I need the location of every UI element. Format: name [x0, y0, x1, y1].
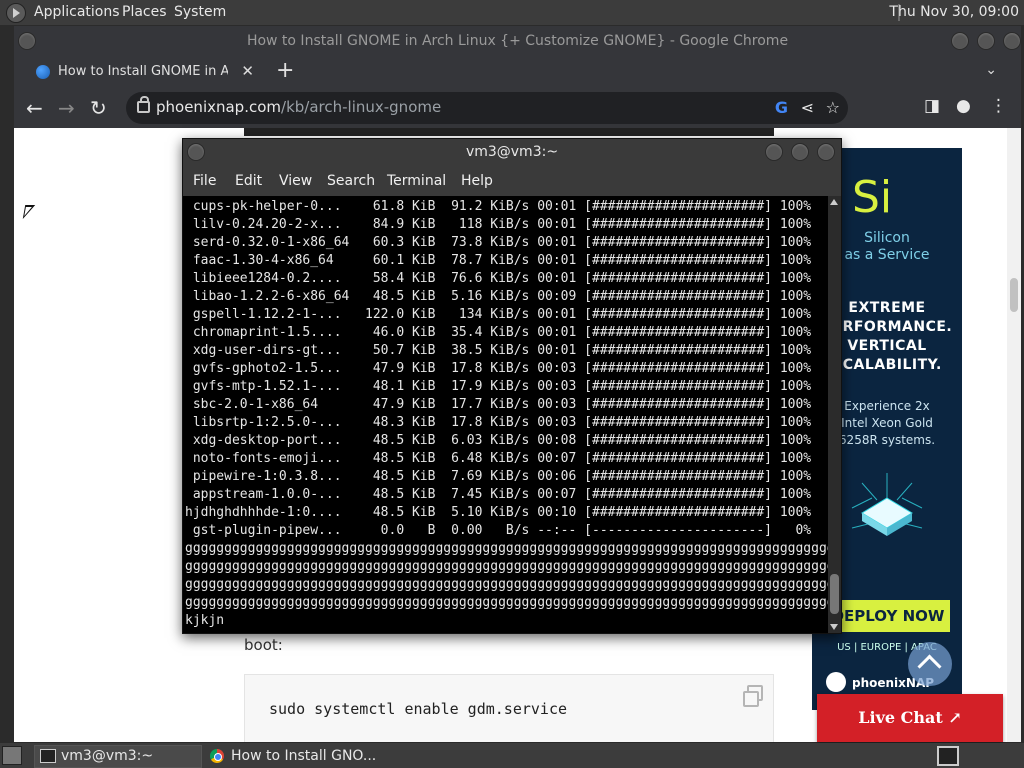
terminal-title: vm3@vm3:~ [465, 144, 559, 160]
window-menu-button[interactable] [18, 32, 36, 50]
terminal-line: hjdhghdhhhde-1:0.... 48.5 KiB 5.10 KiB/s… [185, 505, 812, 520]
terminal-minimize-button[interactable] [765, 143, 783, 161]
terminal-icon [40, 749, 56, 763]
menu-view[interactable]: View [279, 173, 312, 189]
close-button[interactable] [1003, 32, 1021, 50]
minimize-button[interactable] [951, 32, 969, 50]
terminal-maximize-button[interactable] [791, 143, 809, 161]
top-panel: Applications Places System Thu Nov 30, 0… [0, 0, 1024, 25]
url-text[interactable]: phoenixnap.com/kb/arch-linux-gnome [156, 98, 441, 116]
live-chat-button[interactable]: Live Chat ↗ [817, 694, 1003, 742]
workspace-switcher[interactable] [937, 746, 959, 766]
terminal-scrollbar-thumb[interactable] [830, 574, 839, 614]
mouse-pointer-icon [22, 205, 36, 219]
terminal-line: chromaprint-1.5.... 46.0 KiB 35.4 KiB/s … [185, 325, 812, 340]
lock-icon[interactable] [137, 96, 150, 113]
clock[interactable]: Thu Nov 30, 09:00 [889, 4, 1019, 20]
terminal-line: libieee1284-0.2.... 58.4 KiB 76.6 KiB/s … [185, 271, 812, 286]
taskbar-terminal[interactable]: vm3@vm3:~ [34, 745, 202, 768]
terminal-line: cups-pk-helper-0... 61.8 KiB 91.2 KiB/s … [185, 199, 812, 214]
phoenixnap-logo-icon [826, 672, 846, 692]
terminal-line: lilv-0.24.20-2-x... 84.9 KiB 118 KiB/s 0… [185, 217, 812, 232]
scroll-to-top-icon[interactable] [908, 642, 952, 686]
terminal-line: appstream-1.0.0-... 48.5 KiB 7.45 KiB/s … [185, 487, 812, 502]
terminal-titlebar[interactable]: vm3@vm3:~ [183, 139, 841, 166]
maximize-button[interactable] [977, 32, 995, 50]
gnome-logo-icon[interactable] [6, 3, 26, 23]
page-scrollbar-thumb[interactable] [1010, 278, 1018, 312]
copy-icon[interactable] [743, 685, 763, 707]
places-menu[interactable]: Places [122, 4, 167, 20]
chrome-titlebar[interactable]: How to Install GNOME in Arch Linux {+ Cu… [14, 26, 1021, 56]
terminal-line: sbc-2.0-1-x86_64 47.9 KiB 17.7 KiB/s 00:… [185, 397, 812, 412]
terminal-line: gvfs-mtp-1.52.1-... 48.1 KiB 17.9 KiB/s … [185, 379, 812, 394]
tab-close-icon[interactable]: ✕ [241, 62, 254, 80]
code-command[interactable]: sudo systemctl enable gdm.service [269, 700, 567, 718]
new-tab-button[interactable]: + [276, 58, 294, 83]
terminal-line: gggggggggggggggggggggggggggggggggggggggg… [185, 577, 828, 592]
side-panel-icon[interactable]: ◨ [924, 96, 940, 116]
system-menu[interactable]: System [174, 4, 226, 20]
ad-logo: Si [852, 172, 893, 223]
tab-title: How to Install GNOME in Arch [58, 64, 228, 79]
menu-help[interactable]: Help [461, 173, 493, 189]
tab-strip: How to Install GNOME in Arch ✕ + ⌄ [14, 56, 1021, 88]
code-block-partial [244, 128, 774, 136]
terminal-line: gvfs-gphoto2-1.5... 47.9 KiB 17.8 KiB/s … [185, 361, 812, 376]
deploy-now-button[interactable]: DEPLOY NOW [826, 600, 950, 632]
article-text: boot: [244, 636, 283, 654]
bottom-taskbar: vm3@vm3:~ How to Install GNO... [0, 743, 1024, 768]
back-arrow-icon[interactable]: ← [26, 96, 43, 120]
show-desktop-icon[interactable] [2, 746, 22, 765]
browser-tab[interactable]: How to Install GNOME in Arch ✕ [24, 56, 262, 88]
taskbar-chrome[interactable]: How to Install GNO... [204, 745, 396, 768]
terminal-line: faac-1.30-4-x86_64 60.1 KiB 78.7 KiB/s 0… [185, 253, 812, 268]
terminal-output[interactable]: cups-pk-helper-0... 61.8 KiB 91.2 KiB/s … [183, 196, 828, 633]
taskbar-terminal-label: vm3@vm3:~ [61, 748, 154, 764]
applications-menu[interactable]: Applications [34, 4, 120, 20]
terminal-line: gggggggggggggggggggggggggggggggggggggggg… [185, 541, 828, 556]
menu-search[interactable]: Search [327, 173, 375, 189]
terminal-line: gspell-1.12.2-1-... 122.0 KiB 134 KiB/s … [185, 307, 812, 322]
terminal-line: xdg-user-dirs-gt... 50.7 KiB 38.5 KiB/s … [185, 343, 812, 358]
code-block: sudo systemctl enable gdm.service [244, 674, 774, 742]
taskbar-chrome-label: How to Install GNO... [231, 748, 377, 764]
terminal-line: gggggggggggggggggggggggggggggggggggggggg… [185, 595, 828, 610]
terminal-line: xdg-desktop-port... 48.5 KiB 6.03 KiB/s … [185, 433, 812, 448]
page-scrollbar[interactable] [1007, 128, 1021, 742]
menu-edit[interactable]: Edit [235, 173, 262, 189]
terminal-scrollbar[interactable] [828, 196, 841, 633]
profile-avatar-icon[interactable]: ● [956, 96, 971, 116]
terminal-line: libsrtp-1:2.5.0-... 48.3 KiB 17.8 KiB/s … [185, 415, 812, 430]
kebab-menu-icon[interactable]: ⋮ [990, 96, 1007, 116]
google-lens-icon[interactable]: G [775, 98, 788, 117]
menu-file[interactable]: File [193, 173, 216, 189]
scroll-down-arrow-icon[interactable] [830, 624, 838, 630]
terminal-window: vm3@vm3:~ File Edit View Search Terminal… [182, 138, 842, 634]
bookmark-star-icon[interactable]: ☆ [826, 98, 840, 117]
terminal-line: gggggggggggggggggggggggggggggggggggggggg… [185, 559, 828, 574]
window-title: How to Install GNOME in Arch Linux {+ Cu… [246, 33, 789, 49]
terminal-menubar: File Edit View Search Terminal Help [183, 166, 841, 196]
processor-chip-icon [851, 473, 923, 536]
reload-icon[interactable]: ↻ [90, 96, 107, 120]
terminal-line: libao-1.2.2-6-x86_64 48.5 KiB 5.16 KiB/s… [185, 289, 812, 304]
chrome-icon [210, 749, 224, 763]
terminal-line: serd-0.32.0-1-x86_64 60.3 KiB 73.8 KiB/s… [185, 235, 812, 250]
terminal-line: kjkjn [185, 613, 225, 628]
favicon-icon [36, 65, 50, 79]
share-icon[interactable]: ⋖ [801, 98, 814, 117]
browser-toolbar: ← → ↻ phoenixnap.com/kb/arch-linux-gnome… [14, 88, 1021, 128]
terminal-close-button[interactable] [817, 143, 835, 161]
forward-arrow-icon[interactable]: → [58, 96, 75, 120]
terminal-window-menu-button[interactable] [187, 143, 205, 161]
terminal-line: pipewire-1:0.3.8... 48.5 KiB 7.69 KiB/s … [185, 469, 812, 484]
terminal-line: gst-plugin-pipew... 0.0 B 0.00 B/s --:--… [185, 523, 812, 538]
terminal-line: noto-fonts-emoji... 48.5 KiB 6.48 KiB/s … [185, 451, 812, 466]
scroll-up-arrow-icon[interactable] [830, 199, 838, 205]
address-bar[interactable]: phoenixnap.com/kb/arch-linux-gnome G ⋖ ☆ [126, 92, 848, 124]
tab-search-chevron-icon[interactable]: ⌄ [985, 62, 997, 78]
menu-terminal[interactable]: Terminal [387, 173, 446, 189]
